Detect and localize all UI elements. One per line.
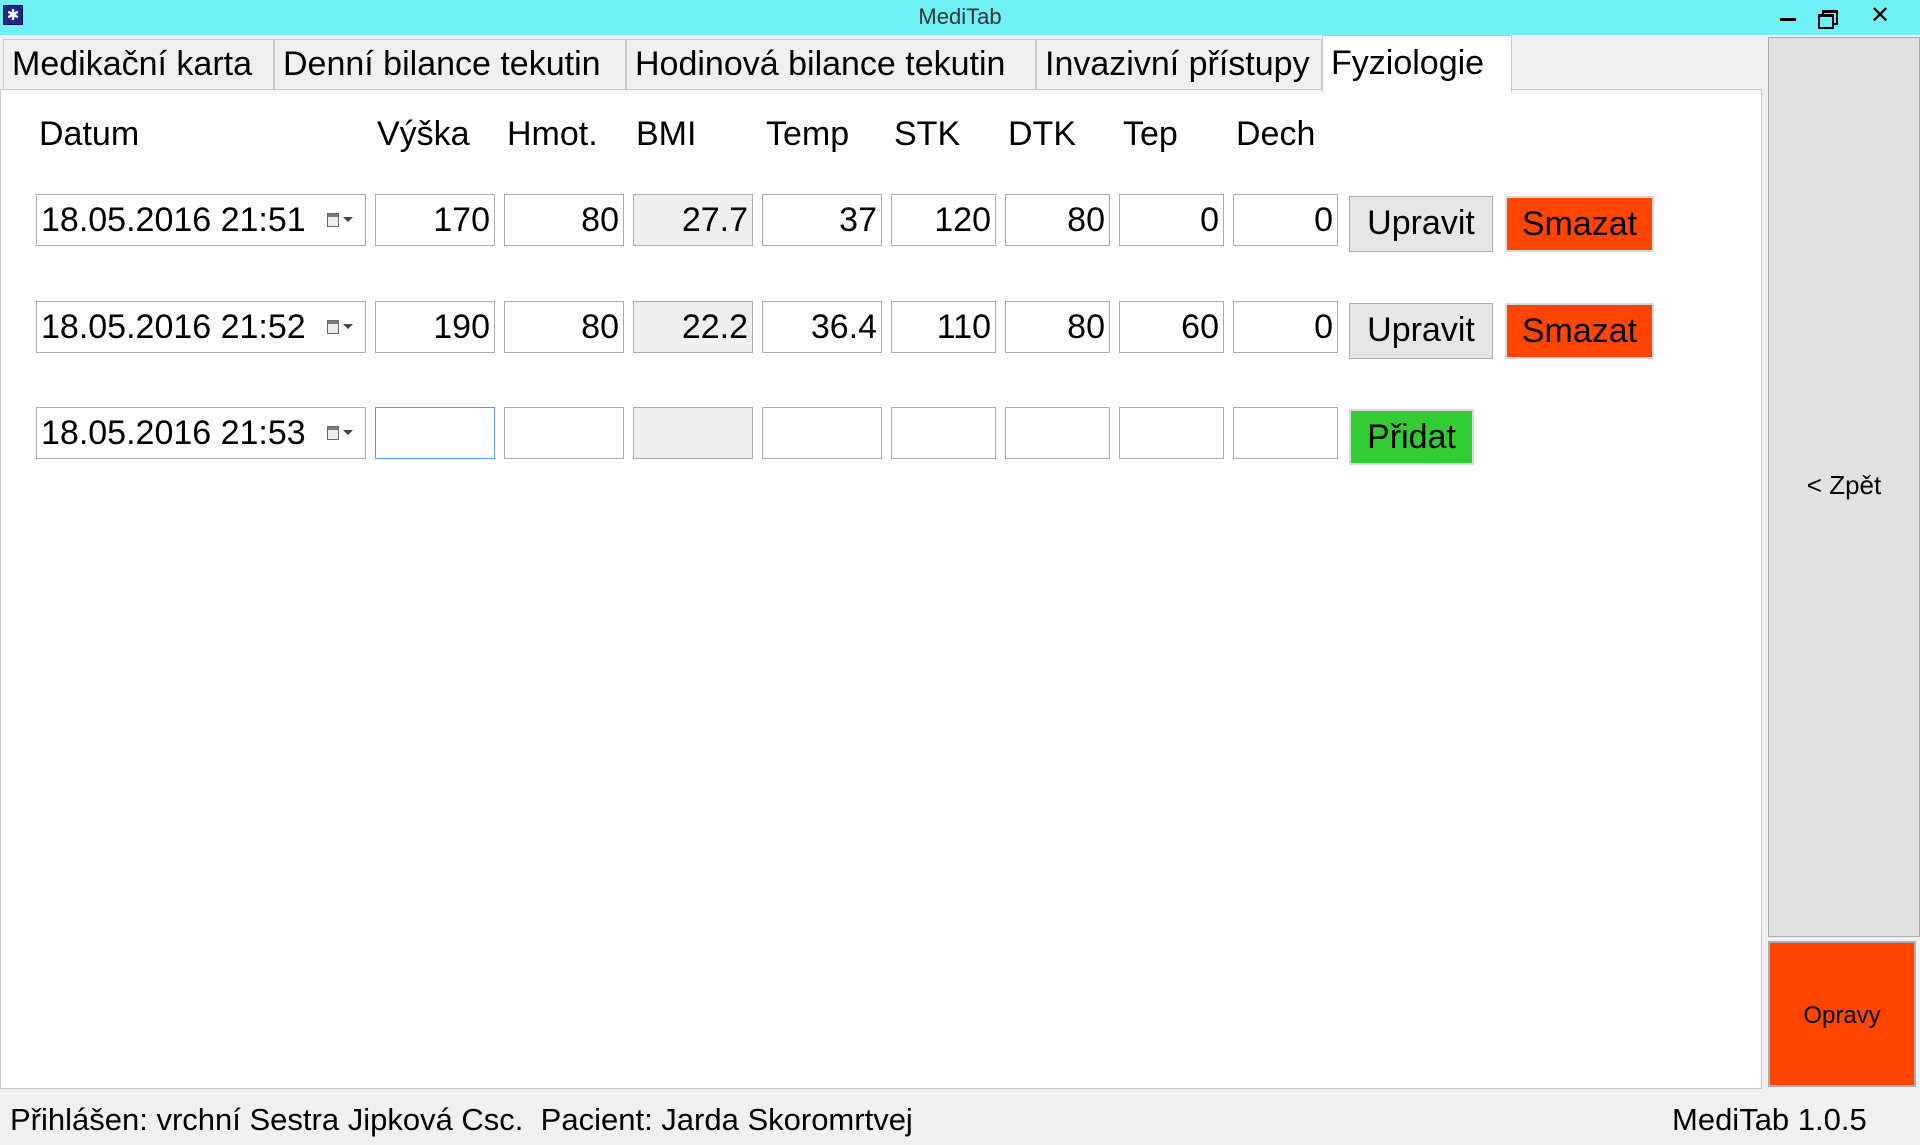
temp-field-new[interactable] bbox=[762, 407, 882, 459]
dech-field-row-2[interactable]: 0 bbox=[1233, 301, 1338, 353]
window-title: MediTab bbox=[918, 4, 1002, 29]
tep-field-row-2[interactable]: 60 bbox=[1119, 301, 1224, 353]
hmot-field-row-1[interactable]: 80 bbox=[504, 194, 624, 246]
bmi-field-row-1: 27.7 bbox=[633, 194, 753, 246]
date-value: 18.05.2016 21:52 bbox=[41, 308, 306, 346]
header-stk: STK bbox=[894, 115, 961, 153]
app-version: MediTab 1.0.5 bbox=[1672, 1102, 1867, 1137]
chevron-down-icon[interactable] bbox=[343, 324, 353, 329]
header-temp: Temp bbox=[766, 115, 850, 153]
calendar-icon[interactable] bbox=[327, 320, 339, 334]
header-datum: Datum bbox=[39, 115, 140, 153]
bmi-field-new bbox=[633, 407, 753, 459]
temp-field-row-2[interactable]: 36.4 bbox=[762, 301, 882, 353]
tab-fyziologie[interactable]: Fyziologie bbox=[1322, 35, 1512, 92]
edit-button-row-1[interactable]: Upravit bbox=[1349, 196, 1493, 252]
back-label: < Zpět bbox=[1806, 470, 1882, 500]
tep-field-new[interactable] bbox=[1119, 407, 1224, 459]
tab-invazivni-pristupy[interactable]: Invazivní přístupy bbox=[1036, 39, 1322, 89]
logged-user: Přihlášen: vrchní Sestra Jipková Csc. bbox=[10, 1102, 524, 1137]
vyska-field-new[interactable] bbox=[375, 407, 495, 459]
corrections-label: Opravy bbox=[1803, 1002, 1881, 1029]
stk-field-row-1[interactable]: 120 bbox=[891, 194, 996, 246]
status-user-patient: Přihlášen: vrchní Sestra Jipková Csc. Pa… bbox=[10, 1102, 913, 1138]
edit-button-row-2[interactable]: Upravit bbox=[1349, 303, 1493, 359]
chevron-down-icon[interactable] bbox=[343, 217, 353, 222]
chevron-down-icon[interactable] bbox=[343, 430, 353, 435]
header-tep: Tep bbox=[1123, 115, 1178, 153]
delete-button-row-1[interactable]: Smazat bbox=[1505, 196, 1654, 252]
header-bmi: BMI bbox=[636, 115, 697, 153]
stk-field-row-2[interactable]: 110 bbox=[891, 301, 996, 353]
status-bar: Přihlášen: vrchní Sestra Jipková Csc. Pa… bbox=[0, 1089, 1920, 1145]
corrections-button[interactable]: Opravy bbox=[1768, 941, 1916, 1087]
tab-hodinova-bilance[interactable]: Hodinová bilance tekutin bbox=[626, 39, 1036, 89]
add-button[interactable]: Přidat bbox=[1349, 409, 1474, 465]
header-vyska: Výška bbox=[377, 115, 470, 153]
date-value: 18.05.2016 21:53 bbox=[41, 414, 306, 452]
stk-field-new[interactable] bbox=[891, 407, 996, 459]
dtk-field-row-1[interactable]: 80 bbox=[1005, 194, 1110, 246]
vyska-field-row-1[interactable]: 170 bbox=[375, 194, 495, 246]
header-dtk: DTK bbox=[1008, 115, 1076, 153]
temp-field-row-1[interactable]: 37 bbox=[762, 194, 882, 246]
tab-medikacni-karta[interactable]: Medikační karta bbox=[3, 39, 274, 89]
patient-name: Pacient: Jarda Skoromrtvej bbox=[540, 1102, 913, 1137]
calendar-icon[interactable] bbox=[327, 213, 339, 227]
dtk-field-new[interactable] bbox=[1005, 407, 1110, 459]
bmi-field-row-2: 22.2 bbox=[633, 301, 753, 353]
delete-button-row-2[interactable]: Smazat bbox=[1505, 303, 1654, 359]
dech-field-new[interactable] bbox=[1233, 407, 1338, 459]
header-dech: Dech bbox=[1236, 115, 1316, 153]
close-button[interactable]: ✕ bbox=[1858, 0, 1902, 32]
minimize-icon bbox=[1780, 18, 1796, 21]
restore-button[interactable] bbox=[1808, 0, 1852, 32]
title-bar: ✱ MediTab ✕ bbox=[0, 0, 1920, 35]
calendar-icon[interactable] bbox=[327, 426, 339, 440]
hmot-field-row-2[interactable]: 80 bbox=[504, 301, 624, 353]
dtk-field-row-2[interactable]: 80 bbox=[1005, 301, 1110, 353]
hmot-field-new[interactable] bbox=[504, 407, 624, 459]
date-picker-new-row[interactable]: 18.05.2016 21:53 bbox=[36, 407, 366, 459]
minimize-button[interactable] bbox=[1766, 0, 1810, 32]
tep-field-row-1[interactable]: 0 bbox=[1119, 194, 1224, 246]
tab-denni-bilance[interactable]: Denní bilance tekutin bbox=[274, 39, 626, 89]
date-picker-row-1[interactable]: 18.05.2016 21:51 bbox=[36, 194, 366, 246]
header-hmot: Hmot. bbox=[507, 115, 598, 153]
dech-field-row-1[interactable]: 0 bbox=[1233, 194, 1338, 246]
back-button[interactable]: < Zpět bbox=[1768, 37, 1920, 937]
date-value: 18.05.2016 21:51 bbox=[41, 201, 306, 239]
vyska-field-row-2[interactable]: 190 bbox=[375, 301, 495, 353]
date-picker-row-2[interactable]: 18.05.2016 21:52 bbox=[36, 301, 366, 353]
